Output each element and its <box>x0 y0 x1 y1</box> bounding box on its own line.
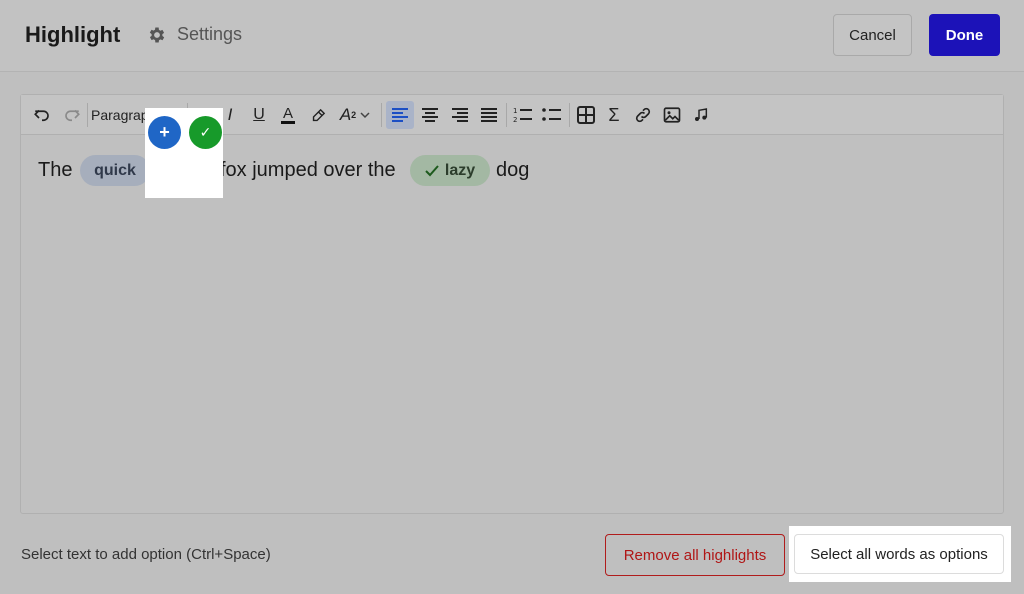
redo-icon[interactable] <box>59 101 85 129</box>
word-text[interactable]: dog <box>496 155 529 185</box>
option-chip-quick[interactable]: quick <box>80 155 150 186</box>
selection-popover: + ✓ <box>145 108 223 198</box>
align-right-icon[interactable] <box>446 101 474 129</box>
add-option-button[interactable]: + <box>148 116 181 149</box>
text-color-button[interactable]: A <box>275 101 301 129</box>
superscript-icon: A <box>339 105 352 124</box>
underline-icon[interactable]: U <box>246 101 272 129</box>
highlight-pen-icon[interactable] <box>305 101 331 129</box>
remove-all-highlights-button[interactable]: Remove all highlights <box>605 534 785 576</box>
align-center-icon[interactable] <box>416 101 444 129</box>
bullet-list-icon[interactable] <box>538 101 566 129</box>
settings-button[interactable]: Settings <box>147 24 242 45</box>
word-text[interactable]: The <box>38 155 72 185</box>
align-left-icon[interactable] <box>386 101 414 129</box>
select-all-container: Select all words as options <box>789 526 1011 582</box>
word-text[interactable]: fox jumped over the <box>220 155 396 185</box>
settings-label: Settings <box>177 24 243 44</box>
music-icon[interactable] <box>687 101 715 129</box>
done-button[interactable]: Done <box>929 14 1000 56</box>
toolbar-divider <box>381 103 382 127</box>
check-icon <box>425 164 439 176</box>
toolbar-divider <box>87 103 88 127</box>
cancel-button[interactable]: Cancel <box>833 14 912 56</box>
header-bar: Highlight Settings Cancel Done <box>0 0 1024 72</box>
mark-correct-button[interactable]: ✓ <box>189 116 222 149</box>
plus-icon: + <box>159 122 170 142</box>
table-icon[interactable] <box>572 101 600 129</box>
option-chip-lazy[interactable]: lazy <box>410 155 490 186</box>
sigma-icon[interactable]: Σ <box>601 101 627 129</box>
page-title: Highlight <box>25 22 121 47</box>
select-all-words-button[interactable]: Select all words as options <box>794 534 1004 574</box>
option-chip-label: lazy <box>444 161 476 179</box>
chevron-down-icon <box>360 112 370 119</box>
svg-text:2: 2 <box>513 116 517 124</box>
undo-icon[interactable] <box>29 101 55 129</box>
image-icon[interactable] <box>658 101 686 129</box>
footer-hint: Select text to add option (Ctrl+Space) <box>21 546 271 563</box>
toolbar-divider <box>506 103 507 127</box>
ordered-list-icon[interactable]: 12 <box>509 101 537 129</box>
gear-icon <box>149 27 165 42</box>
svg-text:1: 1 <box>513 107 517 115</box>
toolbar-divider <box>569 103 570 127</box>
check-icon: ✓ <box>199 124 212 140</box>
align-justify-icon[interactable] <box>475 101 503 129</box>
link-icon[interactable] <box>629 101 657 129</box>
text-color-icon: A <box>280 105 295 124</box>
superscript-button[interactable]: A2 <box>335 101 375 129</box>
